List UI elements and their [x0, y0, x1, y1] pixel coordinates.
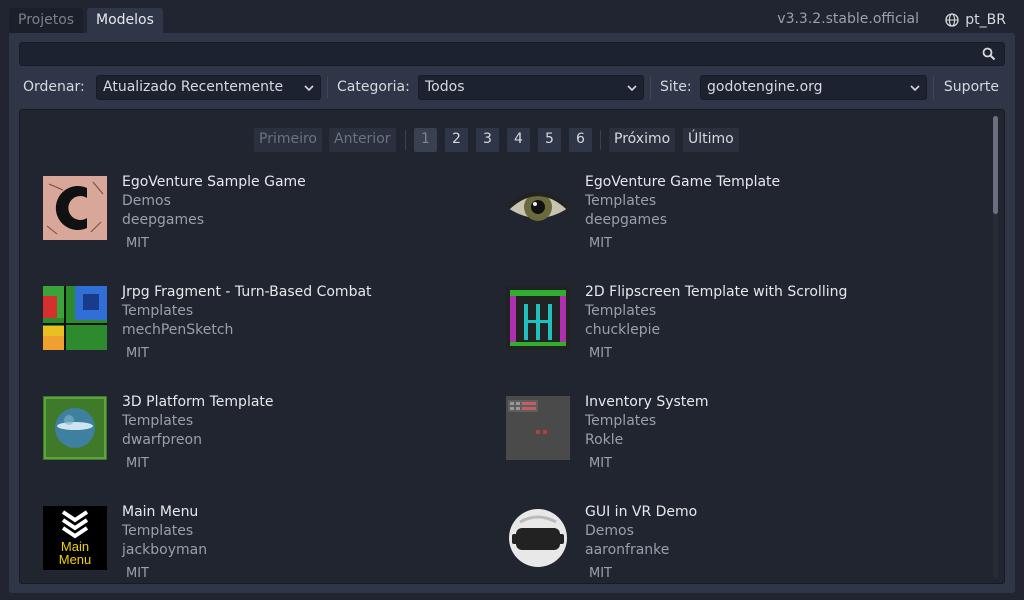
asset-category[interactable]: Templates — [585, 192, 780, 211]
page-3-button[interactable]: 3 — [476, 128, 499, 152]
asset-license: MIT — [126, 346, 149, 361]
main-menu-icon-text: Menu — [59, 552, 92, 567]
last-page-button[interactable]: Último — [683, 128, 739, 152]
asset-license: MIT — [126, 566, 149, 581]
asset-license: MIT — [589, 456, 612, 471]
asset-author[interactable]: aaronfranke — [585, 541, 697, 560]
divider — [933, 77, 934, 99]
asset-title[interactable]: 3D Platform Template — [122, 393, 274, 412]
page-2-button[interactable]: 2 — [445, 128, 468, 152]
asset-author[interactable]: jackboyman — [122, 541, 207, 560]
asset-title[interactable]: Main Menu — [122, 503, 207, 522]
asset-list[interactable]: Primeiro Anterior 1 2 3 4 5 6 Próximo Úl… — [19, 109, 1005, 584]
language-selector[interactable]: pt_BR — [945, 8, 1006, 32]
page-5-button[interactable]: 5 — [538, 128, 561, 152]
asset-license: MIT — [126, 456, 149, 471]
retro-level-icon[interactable] — [506, 286, 570, 350]
previous-page-button[interactable]: Anterior — [329, 128, 396, 152]
pagination: Primeiro Anterior 1 2 3 4 5 6 Próximo Úl… — [20, 128, 1004, 152]
site-label: Site: — [660, 79, 692, 95]
asset-item[interactable]: Jrpg Fragment - Turn-Based Combat Templa… — [20, 283, 460, 386]
search-icon[interactable] — [982, 47, 996, 65]
vertical-scrollbar[interactable] — [993, 116, 998, 578]
support-button[interactable]: Suporte — [944, 79, 999, 95]
first-page-button[interactable]: Primeiro — [254, 128, 322, 152]
asset-author[interactable]: dwarfpreon — [122, 431, 274, 450]
search-input[interactable] — [20, 43, 970, 65]
next-page-button[interactable]: Próximo — [609, 128, 676, 152]
chevron-down-icon — [303, 80, 315, 103]
page-1-button[interactable]: 1 — [414, 128, 437, 152]
sort-label: Ordenar: — [23, 79, 85, 95]
asset-title[interactable]: EgoVenture Sample Game — [122, 173, 306, 192]
main-menu-icon[interactable]: Main Menu — [43, 506, 107, 570]
asset-title[interactable]: Inventory System — [585, 393, 709, 412]
scrollbar-thumb[interactable] — [993, 116, 998, 214]
divider — [650, 77, 651, 99]
asset-item[interactable]: GUI in VR Demo Demos aaronfranke MIT — [483, 503, 923, 583]
egoventure-c-icon[interactable] — [43, 176, 107, 240]
asset-title[interactable]: GUI in VR Demo — [585, 503, 697, 522]
tab-projects[interactable]: Projetos — [9, 8, 84, 34]
asset-author[interactable]: mechPenSketch — [122, 321, 372, 340]
asset-author[interactable]: Rokle — [585, 431, 709, 450]
language-label: pt_BR — [965, 12, 1006, 28]
asset-item[interactable]: 2D Flipscreen Template with Scrolling Te… — [483, 283, 923, 386]
category-label: Categoria: — [337, 79, 410, 95]
puzzle-icon[interactable] — [43, 286, 107, 350]
chevron-down-icon — [626, 80, 638, 103]
version-label: v3.3.2.stable.official — [777, 11, 919, 27]
asset-title[interactable]: EgoVenture Game Template — [585, 173, 780, 192]
divider — [600, 130, 601, 150]
asset-author[interactable]: chucklepie — [585, 321, 847, 340]
asset-item[interactable]: Inventory System Templates Rokle MIT — [483, 393, 923, 496]
site-value: godotengine.org — [707, 79, 823, 95]
asset-author[interactable]: deepgames — [585, 211, 780, 230]
asset-license: MIT — [126, 236, 149, 251]
sort-value: Atualizado Recentemente — [103, 79, 284, 95]
asset-item[interactable]: EgoVenture Game Template Templates deepg… — [483, 173, 923, 276]
sort-select[interactable]: Atualizado Recentemente — [96, 75, 321, 100]
inventory-grid-icon[interactable] — [506, 396, 570, 460]
filter-bar: Ordenar: Atualizado Recentemente Categor… — [0, 75, 1024, 101]
asset-license: MIT — [589, 346, 612, 361]
asset-category[interactable]: Demos — [585, 522, 697, 541]
asset-category[interactable]: Templates — [122, 412, 274, 431]
asset-category[interactable]: Templates — [585, 412, 709, 431]
category-value: Todos — [425, 79, 465, 95]
page-4-button[interactable]: 4 — [507, 128, 530, 152]
asset-item[interactable]: EgoVenture Sample Game Demos deepgames M… — [20, 173, 460, 276]
asset-category[interactable]: Templates — [122, 302, 372, 321]
asset-title[interactable]: Jrpg Fragment - Turn-Based Combat — [122, 283, 372, 302]
asset-author[interactable]: deepgames — [122, 211, 306, 230]
globe-platform-icon[interactable] — [43, 396, 107, 460]
globe-icon — [945, 13, 959, 27]
search-box — [19, 42, 1005, 66]
asset-item[interactable]: Main Menu Main Menu Templates jackboyman… — [20, 503, 460, 583]
eye-icon[interactable] — [506, 176, 570, 240]
asset-title[interactable]: 2D Flipscreen Template with Scrolling — [585, 283, 847, 302]
asset-license: MIT — [589, 236, 612, 251]
divider — [327, 77, 328, 99]
asset-category[interactable]: Templates — [122, 522, 207, 541]
chevron-down-icon — [909, 80, 921, 103]
asset-license: MIT — [589, 566, 612, 581]
site-select[interactable]: godotengine.org — [700, 75, 927, 100]
vr-headset-icon[interactable] — [506, 506, 570, 570]
asset-item[interactable]: 3D Platform Template Templates dwarfpreo… — [20, 393, 460, 496]
divider — [405, 130, 406, 150]
asset-category[interactable]: Demos — [122, 192, 306, 211]
asset-category[interactable]: Templates — [585, 302, 847, 321]
tab-templates[interactable]: Modelos — [87, 8, 163, 34]
page-6-button[interactable]: 6 — [569, 128, 592, 152]
category-select[interactable]: Todos — [418, 75, 644, 100]
